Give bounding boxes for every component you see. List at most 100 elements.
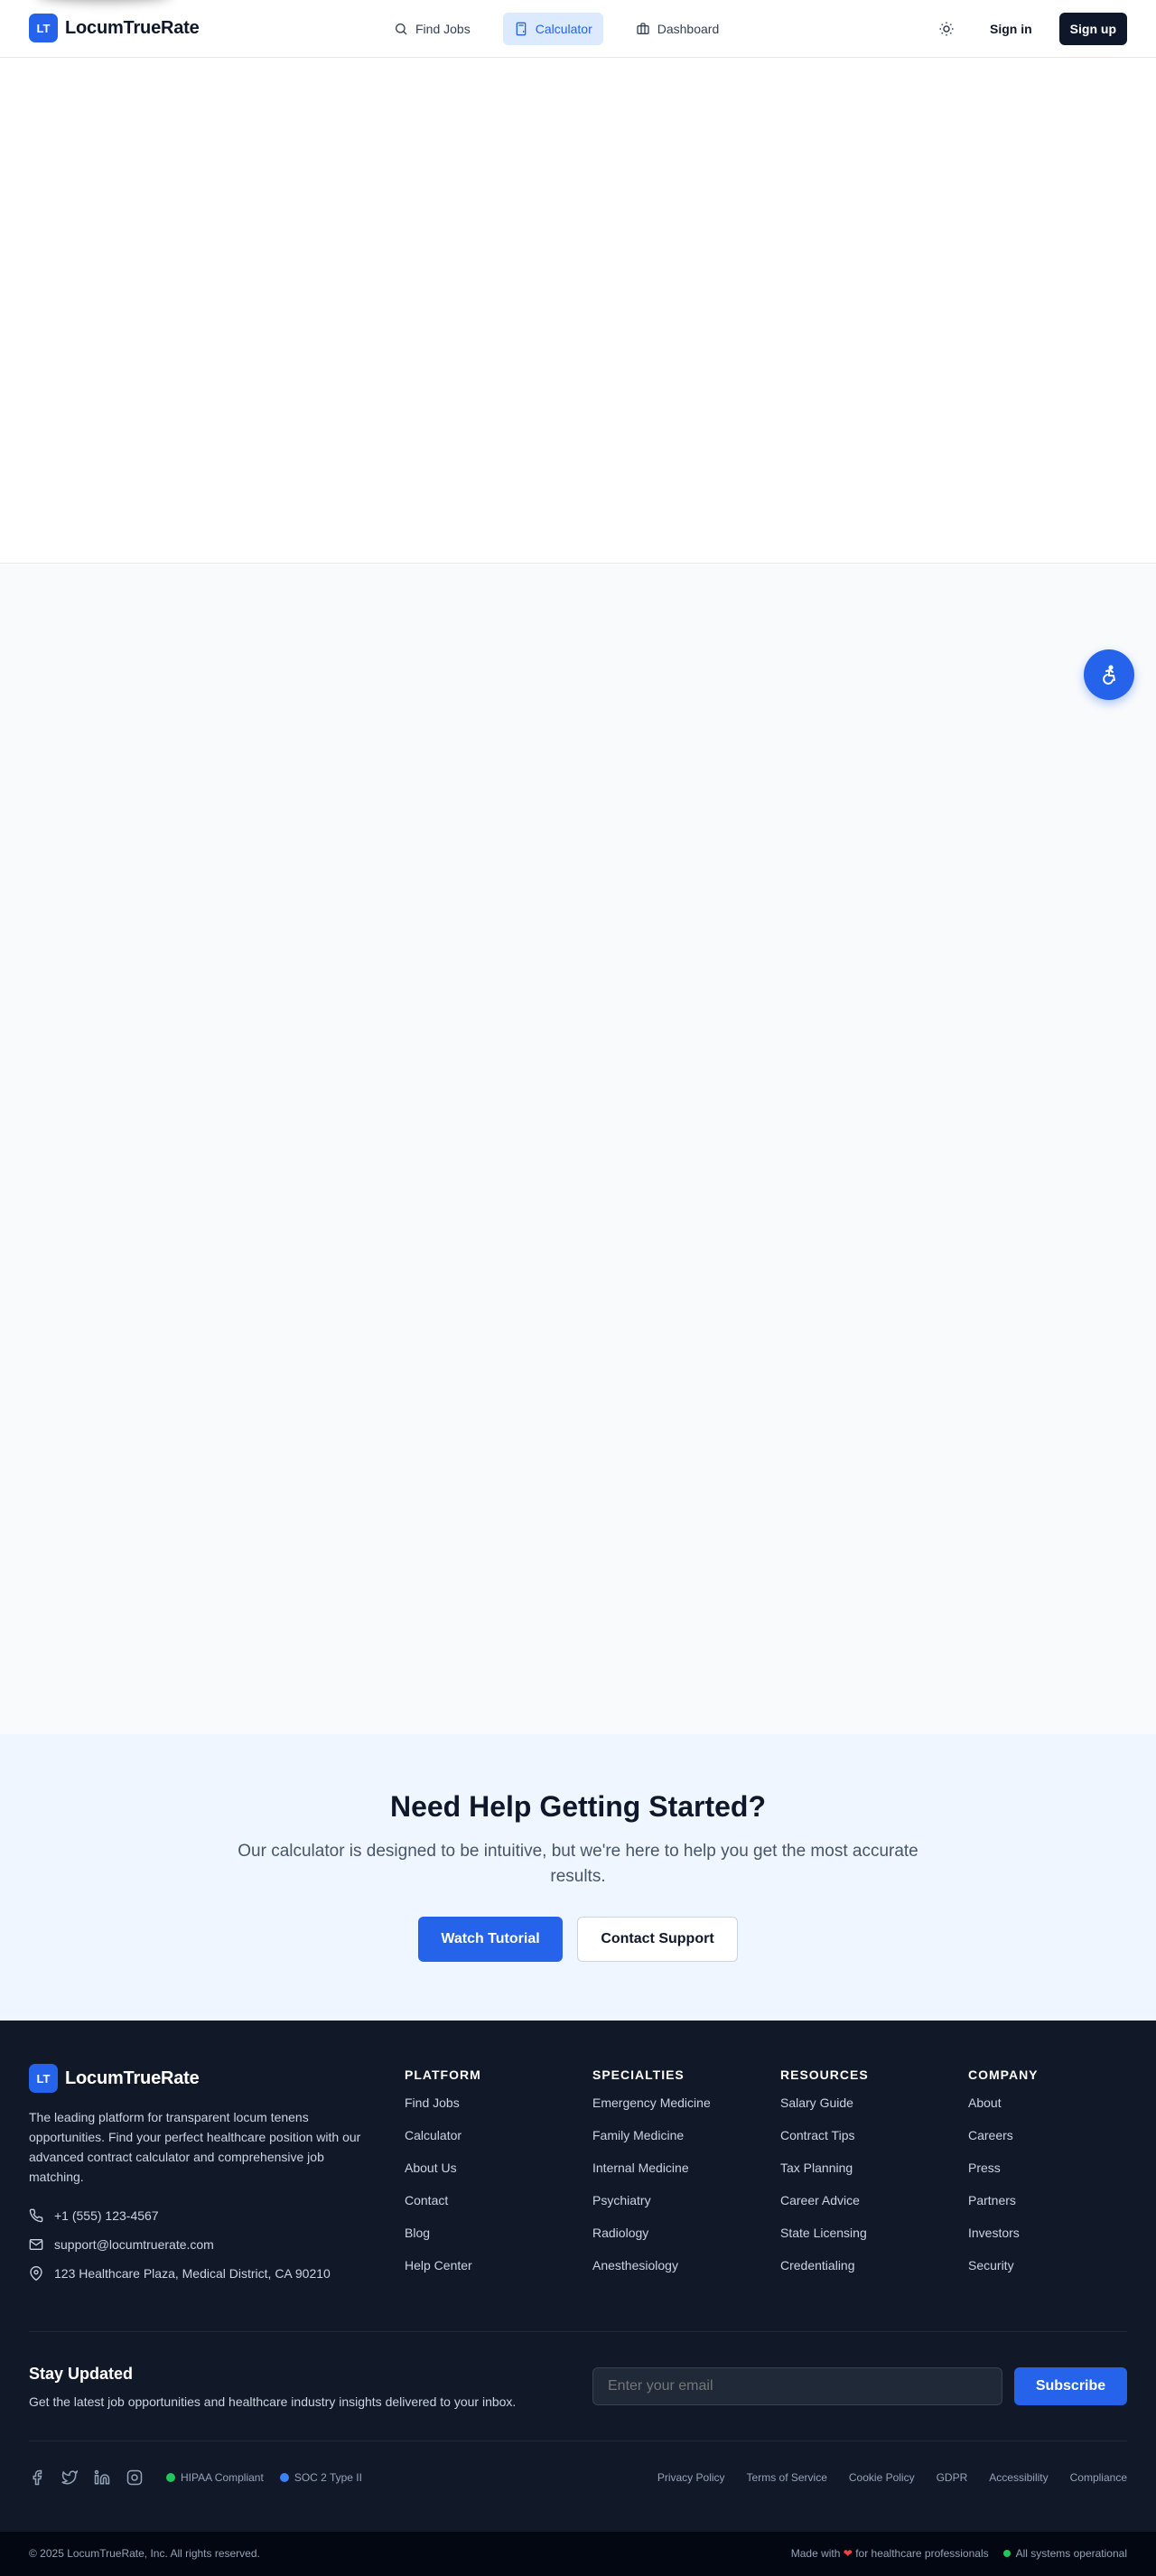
- footer-column-company: COMPANY About Careers Press Partners Inv…: [968, 2067, 1039, 2290]
- decorative-shadow: [36, 0, 172, 2]
- footer-link[interactable]: About: [968, 2095, 1039, 2127]
- instagram-icon[interactable]: [126, 2469, 143, 2486]
- footer-link[interactable]: Partners: [968, 2192, 1039, 2225]
- calculator-icon: [516, 22, 527, 36]
- footer-link[interactable]: Investors: [968, 2225, 1039, 2257]
- footer-link[interactable]: Security: [968, 2257, 1039, 2290]
- linkedin-icon[interactable]: [94, 2469, 110, 2486]
- legal-link-privacy[interactable]: Privacy Policy: [657, 2471, 725, 2484]
- facebook-icon[interactable]: [29, 2469, 45, 2486]
- help-title: Need Help Getting Started?: [389, 1790, 767, 1823]
- theme-toggle-button[interactable]: [930, 13, 963, 45]
- legal-link-gdpr[interactable]: GDPR: [937, 2471, 968, 2484]
- accessibility-button[interactable]: [1084, 649, 1134, 700]
- footer-link[interactable]: Credentialing: [780, 2257, 869, 2290]
- newsletter-email-input[interactable]: [592, 2367, 1002, 2405]
- contact-address: 123 Healthcare Plaza, Medical District, …: [29, 2266, 331, 2281]
- social-links: [29, 2469, 143, 2486]
- footer-link[interactable]: Find Jobs: [405, 2095, 481, 2127]
- footer-column-platform: PLATFORM Find Jobs Calculator About Us C…: [405, 2067, 481, 2290]
- subscribe-button[interactable]: Subscribe: [1014, 2367, 1127, 2405]
- footer-link[interactable]: Salary Guide: [780, 2095, 869, 2127]
- contact-support-button[interactable]: Contact Support: [577, 1917, 738, 1962]
- sun-icon: [939, 22, 954, 36]
- twitter-icon[interactable]: [61, 2469, 78, 2486]
- sign-up-button[interactable]: Sign up: [1058, 13, 1127, 45]
- newsletter-text: Get the latest job opportunities and hea…: [29, 2394, 517, 2409]
- legal-links: Privacy Policy Terms of Service Cookie P…: [657, 2471, 1127, 2484]
- footer-divider: [29, 2331, 1127, 2332]
- footer-link[interactable]: About Us: [405, 2160, 481, 2192]
- status-dot: [166, 2473, 175, 2482]
- footer-link[interactable]: Family Medicine: [592, 2127, 711, 2160]
- compliance-badges: HIPAA Compliant SOC 2 Type II: [166, 2471, 362, 2484]
- footer-column-resources: RESOURCES Salary Guide Contract Tips Tax…: [780, 2067, 869, 2290]
- logo-badge: LT: [29, 14, 58, 42]
- nav-calculator[interactable]: Calculator: [502, 13, 603, 45]
- nav-find-jobs[interactable]: Find Jobs: [383, 13, 481, 45]
- system-status-text: All systems operational: [1015, 2547, 1127, 2560]
- footer-column-title: SPECIALTIES: [592, 2067, 685, 2082]
- footer-link[interactable]: Calculator: [405, 2127, 481, 2160]
- footer-link[interactable]: Blog: [405, 2225, 481, 2257]
- phone-icon: [29, 2208, 43, 2223]
- nav-find-jobs-label: Find Jobs: [415, 22, 471, 36]
- nav-dashboard-label: Dashboard: [657, 22, 720, 36]
- footer-link[interactable]: Anesthesiology: [592, 2257, 711, 2290]
- made-with-suffix: for healthcare professionals: [855, 2547, 989, 2560]
- footer-link[interactable]: Contract Tips: [780, 2127, 869, 2160]
- help-section: Need Help Getting Started? Our calculato…: [0, 1734, 1156, 2021]
- made-with: Made with ❤ for healthcare professionals…: [791, 2547, 1127, 2560]
- nav-calculator-label: Calculator: [535, 22, 592, 36]
- accessibility-icon: [1103, 665, 1115, 685]
- nav-dashboard[interactable]: Dashboard: [625, 13, 731, 45]
- soc2-badge-label: SOC 2 Type II: [294, 2471, 362, 2484]
- contact-address-text: 123 Healthcare Plaza, Medical District, …: [54, 2266, 331, 2281]
- top-navbar: LT LocumTrueRate Find Jobs Calculator Da…: [0, 0, 1156, 58]
- footer-link[interactable]: Psychiatry: [592, 2192, 711, 2225]
- soc2-badge: SOC 2 Type II: [279, 2471, 362, 2484]
- calculator-area-blank: [0, 565, 1156, 1734]
- nav-links: Find Jobs Calculator Dashboard: [383, 13, 730, 45]
- footer-brand[interactable]: LT LocumTrueRate: [29, 2064, 200, 2093]
- search-icon: [396, 23, 407, 35]
- footer-link[interactable]: Emergency Medicine: [592, 2095, 711, 2127]
- content-area-blank: [0, 59, 1156, 564]
- watch-tutorial-button[interactable]: Watch Tutorial: [418, 1917, 563, 1962]
- system-status: All systems operational: [1002, 2547, 1127, 2560]
- footer-column-title: RESOURCES: [780, 2067, 869, 2082]
- footer-link[interactable]: Press: [968, 2160, 1039, 2192]
- legal-link-terms[interactable]: Terms of Service: [747, 2471, 827, 2484]
- status-dot: [279, 2473, 289, 2482]
- footer-logo-badge: LT: [29, 2064, 58, 2093]
- footer: LT LocumTrueRate The leading platform fo…: [0, 2021, 1156, 2532]
- footer-link[interactable]: Careers: [968, 2127, 1039, 2160]
- footer-link[interactable]: Radiology: [592, 2225, 711, 2257]
- sign-in-button[interactable]: Sign in: [975, 13, 1047, 45]
- help-buttons: Watch Tutorial Contact Support: [0, 1917, 1156, 1962]
- legal-link-compliance[interactable]: Compliance: [1070, 2471, 1127, 2484]
- hipaa-badge: HIPAA Compliant: [166, 2471, 264, 2484]
- made-with-prefix: Made with: [790, 2547, 841, 2560]
- status-dot: [1002, 2550, 1011, 2557]
- footer-description: The leading platform for transparent loc…: [29, 2110, 361, 2184]
- footer-column-title: COMPANY: [968, 2067, 1039, 2082]
- map-pin-icon: [30, 2266, 42, 2281]
- briefcase-icon: [637, 23, 649, 34]
- legal-link-accessibility[interactable]: Accessibility: [989, 2471, 1048, 2484]
- footer-link[interactable]: Internal Medicine: [592, 2160, 711, 2192]
- footer-link[interactable]: State Licensing: [780, 2225, 869, 2257]
- brand-logo[interactable]: LT LocumTrueRate: [29, 14, 200, 42]
- footer-column-specialties: SPECIALTIES Emergency Medicine Family Me…: [592, 2067, 711, 2290]
- brand-name: LocumTrueRate: [65, 17, 200, 38]
- legal-link-cookies[interactable]: Cookie Policy: [849, 2471, 915, 2484]
- made-with-text: Made with ❤ for healthcare professionals: [791, 2547, 989, 2560]
- contact-phone[interactable]: +1 (555) 123-4567: [29, 2208, 159, 2223]
- contact-email[interactable]: support@locumtruerate.com: [29, 2237, 214, 2252]
- footer-link[interactable]: Contact: [405, 2192, 481, 2225]
- footer-link[interactable]: Help Center: [405, 2257, 481, 2290]
- footer-link[interactable]: Career Advice: [780, 2192, 869, 2225]
- footer-link[interactable]: Tax Planning: [780, 2160, 869, 2192]
- nav-actions: Sign in Sign up: [930, 13, 1127, 45]
- bottom-bar: © 2025 LocumTrueRate, Inc. All rights re…: [0, 2532, 1156, 2576]
